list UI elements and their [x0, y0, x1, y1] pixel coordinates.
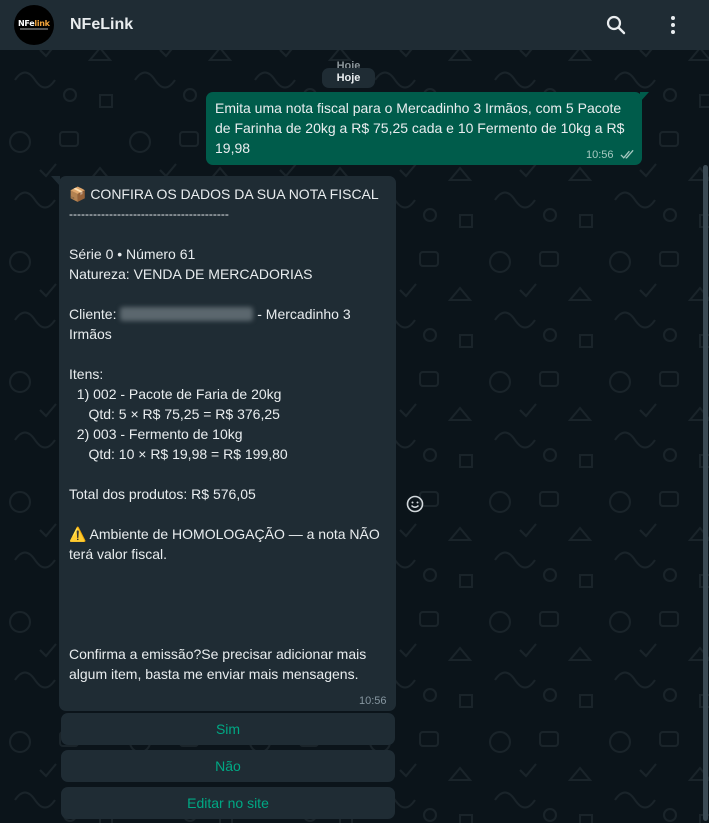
itens-label: Itens:	[69, 366, 104, 382]
scrollbar[interactable]	[703, 165, 708, 821]
contact-name[interactable]: NFeLink	[70, 16, 133, 34]
cliente-line: Cliente: - Mercadinho 3	[69, 306, 351, 322]
item-1: 1) 002 - Pacote de Faria de 20kg	[69, 386, 282, 402]
cliente-document-redacted	[120, 307, 254, 321]
emoji-icon[interactable]	[405, 494, 425, 514]
outgoing-message-time: 10:56	[586, 149, 614, 161]
total-line: Total dos produtos: R$ 576,05	[69, 486, 256, 502]
warning-line: ⚠️ Ambiente de HOMOLOGAÇÃO — a nota NÃO	[69, 526, 380, 542]
date-divider: Hoje	[322, 68, 375, 88]
cliente-line-2: Irmãos	[69, 326, 112, 342]
avatar-logo: NFelink	[18, 19, 50, 28]
serie-line: Série 0 • Número 61	[69, 246, 196, 262]
outgoing-message-text: Emita uma nota fiscal para o Mercadinho …	[215, 100, 625, 156]
no-button[interactable]: Não	[61, 750, 395, 782]
message-heading: 📦 CONFIRA OS DADOS DA SUA NOTA FISCAL	[69, 186, 379, 202]
edit-on-site-button[interactable]: Editar no site	[61, 787, 395, 819]
chat-header: NFelink NFeLink	[0, 0, 709, 50]
confirm-line-2: algum item, basta me enviar mais mensage…	[69, 666, 359, 682]
avatar[interactable]: NFelink	[14, 5, 54, 45]
double-check-icon	[620, 149, 634, 159]
incoming-message-time: 10:56	[359, 695, 387, 707]
item-1-qtd: Qtd: 5 × R$ 75,25 = R$ 376,25	[69, 406, 280, 422]
natureza-line: Natureza: VENDA DE MERCADORIAS	[69, 266, 313, 282]
yes-button[interactable]: Sim	[61, 713, 395, 745]
item-2-qtd: Qtd: 10 × R$ 19,98 = R$ 199,80	[69, 446, 288, 462]
warning-line-2: terá valor fiscal.	[69, 546, 168, 562]
incoming-message[interactable]: 📦 CONFIRA OS DADOS DA SUA NOTA FISCAL --…	[59, 176, 396, 711]
avatar-logo-underline	[20, 28, 48, 30]
outgoing-message[interactable]: Emita uma nota fiscal para o Mercadinho …	[206, 92, 642, 165]
confirm-line: Confirma a emissão?Se precisar adicionar…	[69, 646, 367, 662]
search-icon[interactable]	[604, 13, 628, 37]
item-2: 2) 003 - Fermento de 10kg	[69, 426, 243, 442]
more-vertical-icon[interactable]	[661, 13, 685, 37]
message-separator: ----------------------------------------	[69, 207, 229, 221]
